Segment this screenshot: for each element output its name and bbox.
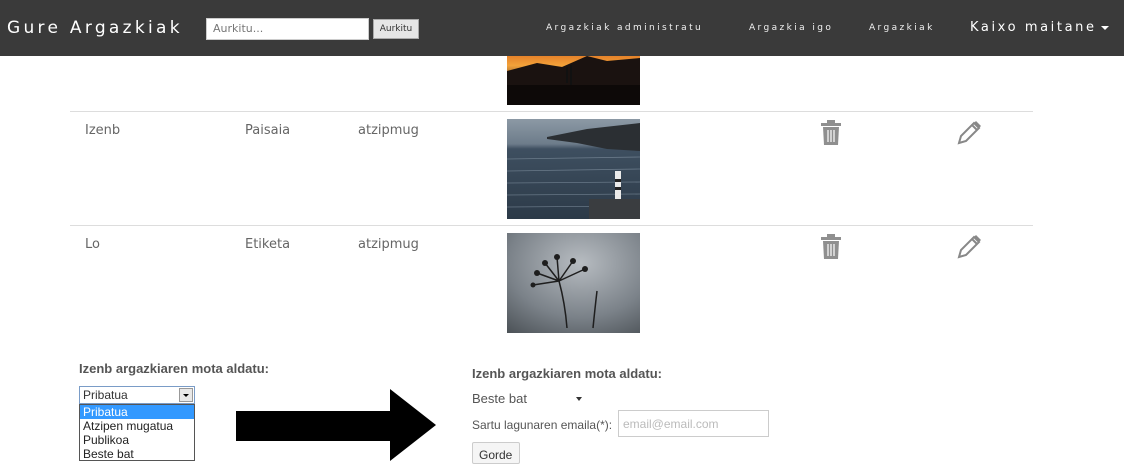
nav-link-admin[interactable]: Argazkiak administratu <box>546 23 703 33</box>
photo-permission: atzipmug <box>358 123 419 138</box>
trash-icon[interactable] <box>820 120 842 146</box>
brand-logo[interactable]: Gure Argazkiak <box>7 18 183 38</box>
type-select-2-value: Beste bat <box>472 391 527 406</box>
option-restricted[interactable]: Atzipen mugatua <box>80 419 194 433</box>
type-select-2[interactable]: Beste bat <box>472 391 592 408</box>
table-row: Izenb Paisaia atzipmug <box>70 111 1033 226</box>
photo-type: Paisaia <box>245 123 291 138</box>
photo-thumbnail-lighthouse[interactable] <box>507 119 640 219</box>
email-field[interactable]: email@email.com <box>618 410 769 437</box>
nav-link-photos[interactable]: Argazkiak <box>869 23 935 33</box>
photo-name: Izenb <box>85 123 121 138</box>
type-select[interactable]: Pribatua <box>79 386 195 404</box>
pencil-icon[interactable] <box>956 120 982 146</box>
photo-permission: atzipmug <box>358 237 419 252</box>
table-row: Lo Etiketa atzipmug <box>70 225 1033 340</box>
user-menu-label: Kaixo maitane <box>970 20 1097 35</box>
top-navbar: Gure Argazkiak Aurkitu... Aurkitu Argazk… <box>0 0 1124 56</box>
option-public[interactable]: Publikoa <box>80 433 194 447</box>
type-select-dropdown: Pribatua Atzipen mugatua Publikoa Beste … <box>79 404 195 461</box>
option-private[interactable]: Pribatua <box>80 405 194 419</box>
caret-down-icon <box>1100 25 1109 30</box>
option-other[interactable]: Beste bat <box>80 447 194 460</box>
search-input[interactable]: Aurkitu... <box>206 18 369 40</box>
photo-type: Etiketa <box>245 237 291 252</box>
photo-thumbnail-plant[interactable] <box>507 233 640 333</box>
photo-name: Lo <box>85 237 100 252</box>
chevron-down-icon[interactable] <box>179 388 193 402</box>
type-select-value: Pribatua <box>83 388 128 402</box>
trash-icon[interactable] <box>820 234 842 260</box>
search-button[interactable]: Aurkitu <box>373 19 419 39</box>
email-label: Sartu lagunaren emaila(*): <box>472 418 613 432</box>
nav-link-upload[interactable]: Argazkia igo <box>749 23 833 33</box>
right-arrow-annotation <box>236 389 436 461</box>
left-form-title: Izenb argazkiaren mota aldatu: <box>79 361 269 376</box>
user-menu[interactable]: Kaixo maitane <box>970 20 1109 35</box>
right-form-title: Izenb argazkiaren mota aldatu: <box>472 366 662 381</box>
pencil-icon[interactable] <box>956 234 982 260</box>
caret-down-icon <box>576 397 582 401</box>
